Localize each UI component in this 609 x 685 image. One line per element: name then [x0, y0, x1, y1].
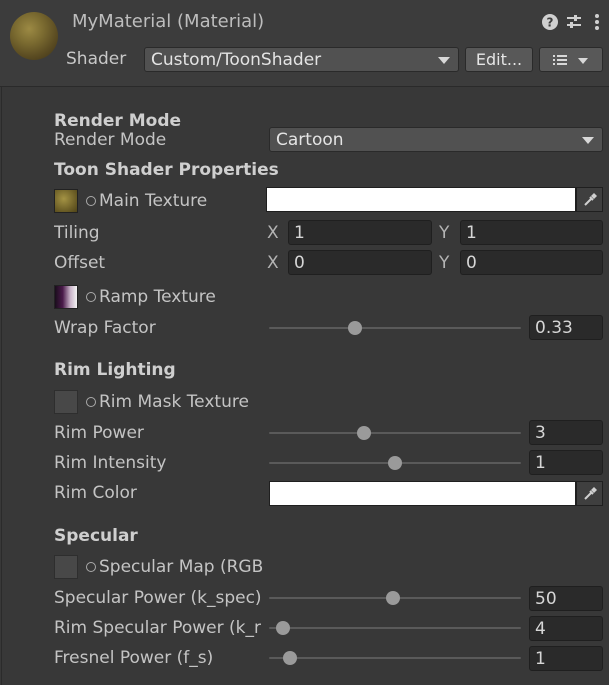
wrap-factor-input[interactable]: 0.33 [529, 315, 603, 340]
rim-intensity-label: Rim Intensity [54, 453, 167, 473]
object-picker-icon[interactable] [86, 292, 96, 302]
rim-power-label: Rim Power [54, 423, 144, 443]
object-picker-icon[interactable] [86, 397, 96, 407]
rim-mask-texture-label: Rim Mask Texture [99, 392, 249, 412]
shader-label: Shader [66, 49, 127, 69]
main-texture-slot[interactable] [54, 189, 78, 213]
offset-x-axis-label: X [267, 253, 279, 273]
shader-dropdown-value: Custom/ToonShader [151, 49, 322, 70]
slider-thumb[interactable] [357, 426, 372, 440]
rim-specular-power-input[interactable]: 4 [529, 616, 603, 641]
specular-power-label: Specular Power (k_spec) [54, 588, 262, 608]
specular-heading: Specular [54, 526, 138, 546]
offset-x-input[interactable]: 0 [288, 250, 432, 275]
rim-power-input[interactable]: 3 [529, 420, 603, 445]
eyedropper-icon[interactable] [576, 481, 603, 506]
fresnel-power-slider[interactable] [269, 651, 521, 665]
tiling-x-input[interactable]: 1 [288, 220, 432, 245]
slider-thumb[interactable] [388, 456, 402, 470]
tiling-y-input[interactable]: 1 [460, 220, 603, 245]
kebab-menu-icon[interactable] [586, 11, 608, 33]
ramp-texture-label: Ramp Texture [99, 287, 216, 307]
rim-power-slider[interactable] [269, 426, 521, 440]
rim-specular-power-label: Rim Specular Power (k_r [54, 618, 261, 638]
offset-y-axis-label: Y [439, 253, 450, 273]
fresnel-power-label: Fresnel Power (f_s) [54, 648, 214, 668]
list-menu-icon [553, 54, 588, 65]
specular-power-slider[interactable] [269, 591, 521, 605]
rim-intensity-input[interactable]: 1 [529, 450, 603, 475]
rim-mask-texture-slot[interactable] [54, 390, 78, 414]
chevron-down-icon [438, 56, 450, 64]
svg-text:?: ? [547, 16, 554, 30]
wrap-factor-label: Wrap Factor [54, 318, 156, 338]
chevron-down-icon [582, 136, 594, 144]
object-picker-icon[interactable] [86, 562, 96, 572]
rim-specular-power-slider[interactable] [269, 621, 521, 635]
material-title: MyMaterial (Material) [72, 11, 265, 32]
specular-map-label: Specular Map (RGB [99, 557, 264, 577]
object-picker-icon[interactable] [86, 196, 96, 206]
main-texture-label: Main Texture [99, 191, 208, 211]
slider-thumb[interactable] [385, 591, 400, 605]
ramp-texture-slot[interactable] [54, 285, 78, 309]
help-icon[interactable]: ? [539, 11, 561, 33]
render-mode-heading: Render Mode [54, 111, 182, 131]
toon-properties-heading: Toon Shader Properties [54, 160, 279, 180]
render-mode-value: Cartoon [276, 129, 344, 150]
rim-intensity-slider[interactable] [269, 456, 521, 470]
rim-color-label: Rim Color [54, 483, 137, 503]
offset-y-input[interactable]: 0 [460, 250, 603, 275]
wrap-factor-slider[interactable] [269, 321, 521, 335]
rim-color-field[interactable] [269, 481, 576, 506]
rim-lighting-heading: Rim Lighting [54, 360, 176, 380]
shader-dropdown[interactable]: Custom/ToonShader [144, 47, 459, 72]
main-color-field[interactable] [266, 187, 576, 212]
offset-label: Offset [54, 253, 106, 273]
render-mode-label: Render Mode [54, 130, 167, 150]
eyedropper-icon[interactable] [576, 187, 603, 212]
slider-thumb[interactable] [347, 321, 362, 335]
tiling-x-axis-label: X [267, 223, 279, 243]
settings-icon[interactable] [563, 11, 585, 33]
material-preview-thumbnail[interactable] [10, 12, 58, 60]
tiling-y-axis-label: Y [439, 223, 450, 243]
render-mode-dropdown[interactable]: Cartoon [269, 127, 603, 152]
specular-power-input[interactable]: 50 [529, 586, 603, 611]
edit-shader-button[interactable]: Edit... [465, 47, 533, 72]
fresnel-power-input[interactable]: 1 [529, 646, 603, 671]
tiling-label: Tiling [54, 223, 100, 243]
shader-options-dropdown[interactable] [539, 47, 603, 72]
specular-map-slot[interactable] [54, 555, 78, 579]
